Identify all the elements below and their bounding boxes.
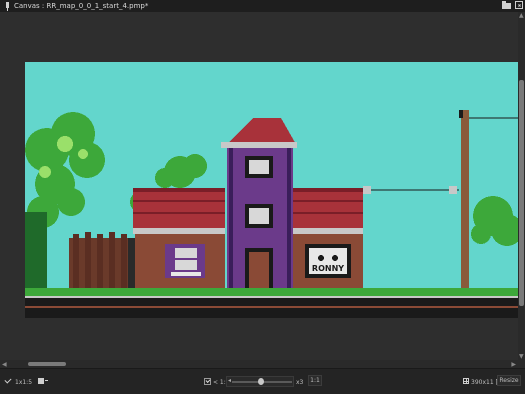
horizontal-scroll-thumb[interactable] (28, 362, 66, 366)
window-title: Canvas : RR_map_0_0_1_start_4.pmp* (14, 2, 149, 10)
scroll-right-icon[interactable]: ▶ (511, 361, 516, 368)
zoom-checkbox[interactable] (204, 378, 211, 385)
status-bar: 1x1:5 < 1:1 ◂ x3 1:1 390x11 [1] Resize (0, 368, 525, 394)
pixel-canvas[interactable]: RONNY (25, 62, 518, 318)
ronny-sign: RONNY (305, 244, 351, 278)
grass (25, 288, 518, 296)
zoom-slider-thumb[interactable] (258, 378, 264, 385)
wooden-fence (69, 232, 138, 296)
right-wing (293, 188, 363, 294)
brush-size-label: 1x1:5 (15, 379, 33, 386)
resize-button[interactable]: Resize (497, 375, 521, 386)
folder-icon[interactable] (502, 1, 511, 9)
left-wing (133, 188, 225, 294)
canvas-window: Canvas : RR_map_0_0_1_start_4.pmp* RONNY… (0, 0, 525, 394)
canvas-viewport[interactable]: RONNY (0, 12, 518, 360)
grid-icon[interactable] (463, 378, 469, 384)
vertical-scrollbar[interactable]: ▲ ▼ (518, 12, 525, 360)
swatch-dropdown-icon[interactable] (45, 380, 48, 381)
ground (25, 296, 518, 318)
scroll-up-icon[interactable]: ▲ (519, 12, 524, 19)
horizontal-scrollbar[interactable]: ◀ ▶ (0, 360, 518, 368)
sign-text: RONNY (312, 264, 344, 273)
zoom-factor: x3 (296, 379, 304, 386)
title-actions (502, 1, 523, 9)
color-swatch-icon[interactable] (38, 378, 44, 384)
check-icon[interactable] (4, 376, 12, 384)
scroll-corner (518, 360, 525, 368)
pin-icon[interactable] (3, 1, 12, 11)
central-tower (221, 118, 297, 294)
title-bar: Canvas : RR_map_0_0_1_start_4.pmp* (0, 0, 525, 12)
scroll-down-icon[interactable]: ▼ (519, 353, 524, 360)
slider-left-icon[interactable]: ◂ (228, 377, 231, 384)
close-icon[interactable] (515, 1, 523, 9)
scroll-left-icon[interactable]: ◀ (2, 361, 7, 368)
zoom-reset-button[interactable]: 1:1 (308, 375, 322, 386)
vertical-scroll-thumb[interactable] (519, 80, 524, 306)
